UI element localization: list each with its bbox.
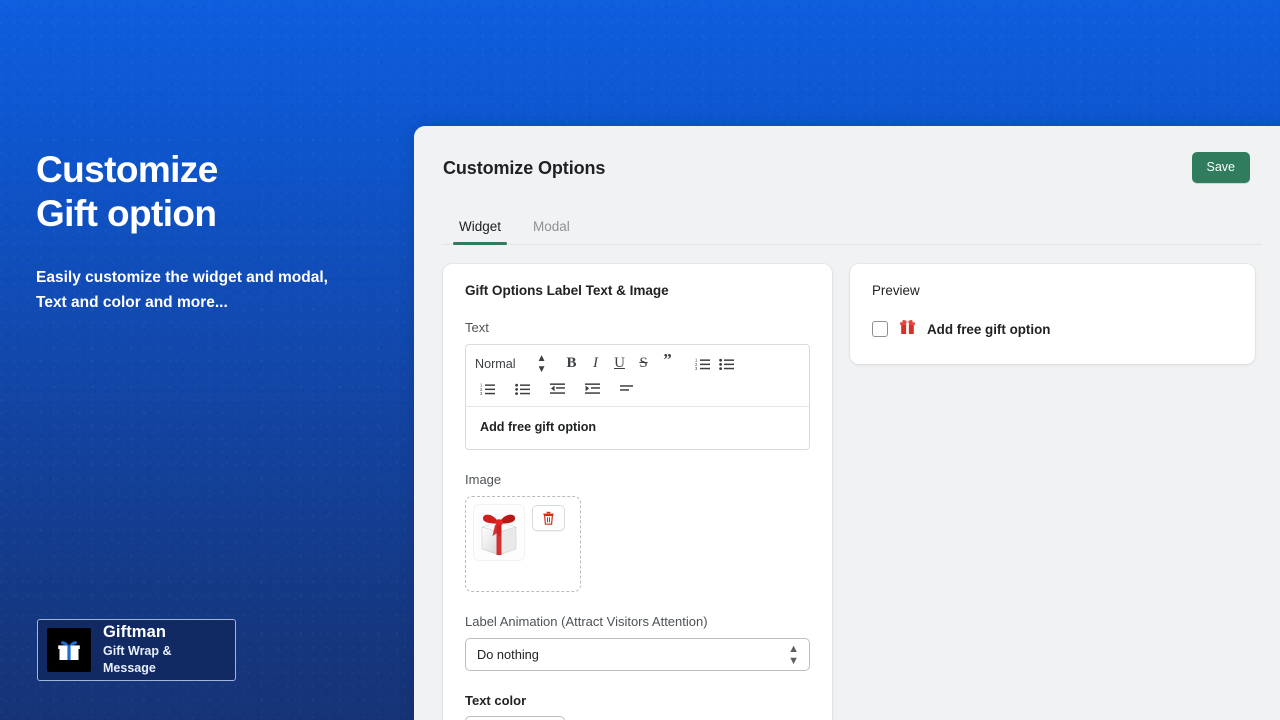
- preview-gift-checkbox[interactable]: [872, 321, 888, 337]
- save-button[interactable]: Save: [1191, 152, 1250, 183]
- image-field-label: Image: [465, 472, 502, 487]
- toolbar-row-1: Normal ▲ ▼ B I U S ” 123: [475, 351, 800, 375]
- indent-button[interactable]: [580, 378, 604, 399]
- svg-text:3: 3: [480, 391, 483, 395]
- editor-toolbar: Normal ▲ ▼ B I U S ” 123 1 2 3: [466, 345, 809, 407]
- toolbar-row-2: 123: [475, 377, 800, 400]
- preview-title: Preview: [872, 283, 920, 298]
- text-color-picker[interactable]: #000000 ▼: [465, 716, 565, 720]
- ordered-list-button[interactable]: 123: [691, 353, 715, 374]
- preview-card: Preview Add free gift option: [850, 264, 1255, 364]
- gift-box-image: [474, 505, 524, 560]
- hero-title-line-1: Customize: [36, 149, 218, 190]
- align-button[interactable]: [615, 378, 639, 399]
- customize-options-panel: Customize Options Save Widget Modal Gift…: [414, 126, 1280, 720]
- preview-gift-label: Add free gift option: [927, 321, 1051, 337]
- image-dropzone[interactable]: [465, 496, 581, 592]
- hero-subtitle: Easily customize the widget and modal, T…: [36, 265, 406, 315]
- brand-name: Giftman: [103, 622, 167, 641]
- panel-columns: Gift Options Label Text & Image Text Nor…: [414, 245, 1280, 720]
- screen-root: Customize Gift option Easily customize t…: [0, 0, 1280, 720]
- brand-tagline: Gift Wrap & Message: [103, 644, 172, 676]
- tab-bar: Widget Modal: [443, 207, 1262, 245]
- bold-button[interactable]: B: [560, 353, 584, 374]
- label-animation-value: Do nothing: [477, 647, 539, 662]
- bullet-list-button-2[interactable]: [510, 378, 534, 399]
- stepper-updown-icon: ▲ ▼: [536, 352, 547, 375]
- gift-options-card: Gift Options Label Text & Image Text Nor…: [443, 264, 832, 720]
- label-animation-label: Label Animation (Attract Visitors Attent…: [465, 614, 708, 629]
- svg-text:3: 3: [695, 366, 698, 370]
- gift-box-icon: [47, 628, 91, 672]
- rich-text-editor: Normal ▲ ▼ B I U S ” 123 1 2 3 Add free …: [465, 344, 810, 450]
- text-field-label: Text: [465, 320, 489, 335]
- panel-title: Customize Options: [443, 158, 606, 178]
- label-animation-select[interactable]: Do nothing ▲ ▼: [465, 638, 810, 671]
- hero-subtitle-line-2: Text and color and more...: [36, 294, 228, 312]
- card-heading: Gift Options Label Text & Image: [465, 283, 669, 298]
- brand-badge: Giftman Gift Wrap & Message: [37, 619, 236, 681]
- hero-subtitle-line-1: Easily customize the widget and modal,: [36, 269, 328, 287]
- tab-modal[interactable]: Modal: [517, 219, 586, 245]
- underline-button[interactable]: U: [608, 353, 632, 374]
- stepper-updown-icon: ▲ ▼: [788, 642, 799, 667]
- hero-title-line-2: Gift option: [36, 192, 217, 234]
- text-color-label: Text color: [465, 693, 527, 708]
- preview-gift-option-row: Add free gift option: [872, 318, 1233, 340]
- format-select[interactable]: Normal ▲ ▼: [475, 353, 552, 375]
- format-select-value: Normal: [475, 356, 516, 371]
- italic-button[interactable]: I: [584, 353, 608, 374]
- bullet-list-button[interactable]: [715, 353, 739, 374]
- tab-widget[interactable]: Widget: [443, 219, 517, 245]
- ordered-list-button-2[interactable]: 123: [475, 378, 499, 399]
- hero-section: Customize Gift option Easily customize t…: [36, 148, 406, 316]
- brand-text: Giftman Gift Wrap & Message: [103, 623, 226, 677]
- page-title: Customize Gift option: [36, 148, 406, 235]
- strikethrough-button[interactable]: S: [632, 353, 656, 374]
- blockquote-button[interactable]: ”: [656, 351, 680, 374]
- editor-content[interactable]: Add free gift option: [466, 407, 809, 449]
- outdent-button[interactable]: [545, 378, 569, 399]
- delete-image-button[interactable]: [532, 505, 565, 531]
- gift-emoji-icon: [899, 318, 916, 340]
- panel-header: Customize Options Save: [414, 126, 1280, 183]
- trash-icon: [543, 511, 554, 525]
